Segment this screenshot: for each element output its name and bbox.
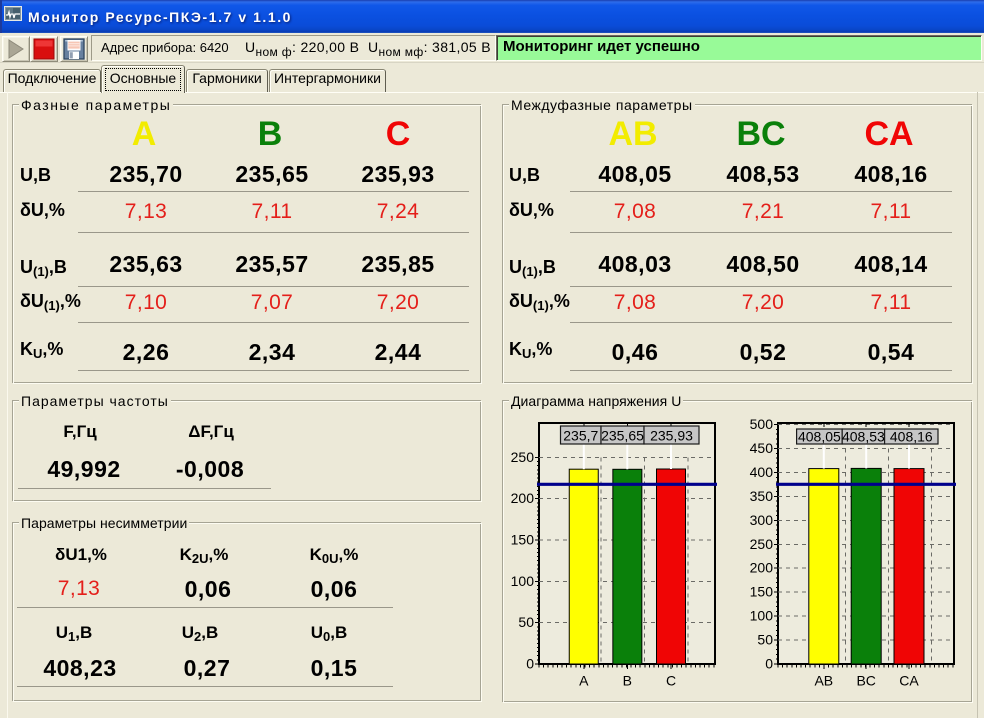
- svg-text:235,65: 235,65: [601, 428, 644, 444]
- svg-text:CA: CA: [899, 673, 919, 689]
- svg-text:235,7: 235,7: [563, 428, 598, 444]
- svg-text:A: A: [579, 673, 589, 689]
- svg-text:150: 150: [750, 584, 774, 600]
- svg-text:250: 250: [750, 536, 774, 552]
- svg-text:250: 250: [511, 449, 535, 465]
- svg-text:408,05: 408,05: [798, 429, 841, 445]
- svg-text:408,53: 408,53: [842, 429, 885, 445]
- svg-text:AB: AB: [814, 673, 833, 689]
- svg-text:408,16: 408,16: [890, 429, 933, 445]
- svg-text:400: 400: [750, 464, 774, 480]
- svg-text:C: C: [666, 673, 676, 689]
- svg-text:200: 200: [511, 490, 535, 506]
- svg-text:0: 0: [765, 656, 773, 672]
- svg-text:450: 450: [750, 440, 774, 456]
- svg-text:235,93: 235,93: [650, 428, 693, 444]
- svg-text:500: 500: [750, 416, 774, 432]
- svg-text:0: 0: [526, 656, 534, 672]
- svg-text:50: 50: [518, 614, 534, 630]
- svg-text:B: B: [623, 673, 632, 689]
- svg-text:200: 200: [750, 560, 774, 576]
- svg-text:150: 150: [511, 532, 535, 548]
- svg-text:300: 300: [750, 512, 774, 528]
- svg-text:100: 100: [750, 608, 774, 624]
- svg-text:350: 350: [750, 488, 774, 504]
- svg-text:100: 100: [511, 573, 535, 589]
- svg-text:BC: BC: [856, 673, 875, 689]
- svg-text:50: 50: [757, 632, 773, 648]
